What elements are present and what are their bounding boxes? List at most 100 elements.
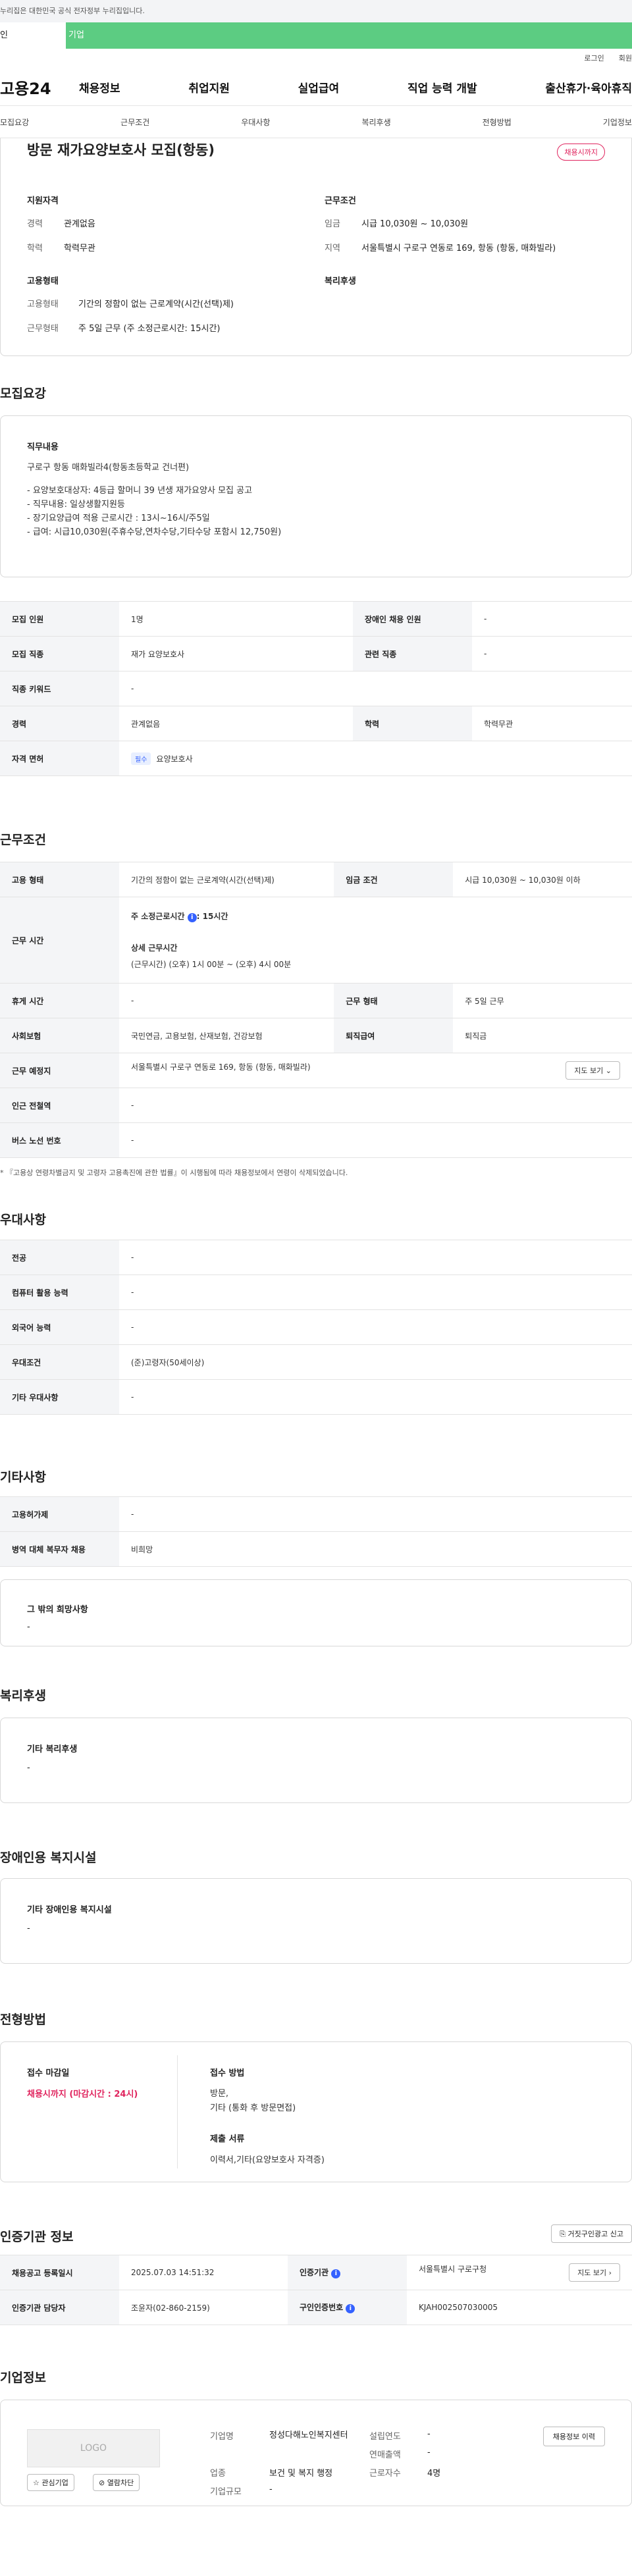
table-row: 고용 형태 기간의 정함이 없는 근로계약(시간(선택)제) 임금 조건 시급 10,… — [0, 862, 632, 897]
emp-value: 주 5일 근무 (주 소정근로시간: 15시간) — [78, 324, 221, 334]
disability-title: 기타 장애인용 복지시설 — [27, 1905, 112, 1915]
duty-line: - 요양보호대상자: 4등급 할머니 39 년생 재가요양사 모집 공고 — [27, 486, 253, 496]
info-icon[interactable]: i — [331, 2269, 341, 2278]
table-header-cell: 학력 — [352, 706, 472, 741]
table-row: 전공 - — [0, 1240, 632, 1275]
table-header-cell: 인증기관 i — [287, 2255, 407, 2290]
required-pill: 필수 — [131, 752, 151, 765]
welfare-card: 기타 복리후생 - — [0, 1718, 632, 1803]
table-header-cell: 근무 형태 — [334, 983, 454, 1018]
pref-table: 전공 - 컴퓨터 활용 능력 - 외국어 능력 - 우대조건 (준)고령자(50세이상)… — [0, 1240, 632, 1415]
method-line: 기타 (통화 후 방문면접) — [210, 2103, 296, 2113]
join-link[interactable]: 회원 — [619, 54, 632, 63]
table-row: 휴게 시간 - 근무 형태 주 5일 근무 — [0, 983, 632, 1018]
table-cell: 필수 요양보호사 — [119, 741, 632, 776]
info-icon[interactable]: i — [346, 2304, 356, 2313]
table-header-cell: 병역 대체 복무자 채용 — [0, 1531, 119, 1567]
table-header-cell: 장애인 채용 인원 — [352, 601, 472, 637]
chevron-down-icon: ⌄ — [605, 1066, 612, 1075]
block-company-button[interactable]: ⊘ 열람차단 — [93, 2474, 140, 2491]
emp-label: 고용형태 — [27, 300, 59, 309]
work-location-value: 서울특별시 구로구 연동로 169, 항동 (항동, 매화빌라) — [131, 1063, 311, 1072]
agency-map-button[interactable]: 지도 보기 › — [569, 2263, 620, 2282]
nav-item-jobs[interactable]: 채용정보 — [79, 79, 120, 95]
cert-table: 채용공고 등록일시 2025.07.03 14:51:32 인증기관 i 서울특별시 … — [0, 2255, 632, 2325]
duty-title: 직무내용 — [27, 442, 59, 452]
table-row: 근무 시간 주 소정근로시간 i: 15시간 상세 근무시간 (근무시간) (오… — [0, 897, 632, 984]
table-cell: 시급 10,030원 ~ 10,030원 이하 — [453, 862, 632, 897]
welfare-summary-section: 복리후생 — [325, 274, 356, 297]
report-icon: ⎘ — [560, 2230, 566, 2238]
company-section-title: 기업정보 — [0, 2371, 46, 2385]
subtab-welfare[interactable]: 복리후생 — [361, 117, 390, 128]
table-header-cell: 고용허가제 — [0, 1496, 119, 1532]
table-header-cell: 구인인증번호 i — [287, 2290, 407, 2325]
company-card: LOGO ☆ 관심기업 ⊘ 열람차단 기업명 정성다해노인복지센터 업종 보건 … — [0, 2400, 632, 2506]
table-row: 컴퓨터 활용 능력 - — [0, 1275, 632, 1310]
welfare-title: 기타 복리후생 — [27, 1745, 78, 1754]
job-title: 방문 재가요양보호사 모집(항동) — [27, 142, 215, 158]
other-wishes-title: 그 밖의 희망사항 — [27, 1605, 88, 1615]
divider — [177, 2055, 178, 2169]
duty-card: 직무내용 구로구 항동 매화빌라4(항동초등학교 건너편) - 요양보호대상자:… — [0, 415, 632, 577]
detail-hours-value: (근무시간) (오후) 1시 00분 ~ (오후) 4시 00분 — [131, 960, 292, 969]
table-cell: 학력무관 — [471, 706, 632, 741]
table-header-cell: 기타 우대사항 — [0, 1379, 119, 1415]
duty-line: - 장기요양급여 적용 근로시간 : 13시~16시/주5일 — [27, 513, 210, 523]
tab-enterprise[interactable]: 기업 — [66, 22, 632, 49]
table-cell: KJAH002507030005 — [406, 2290, 632, 2325]
map-button[interactable]: 지도 보기 ⌄ — [566, 1061, 620, 1080]
table-cell: - — [471, 636, 632, 671]
condition-title: 근무조건 — [325, 196, 356, 206]
table-header-cell: 전공 — [0, 1240, 119, 1275]
year-value: - — [427, 2429, 431, 2439]
tab-personal[interactable]: 인 — [0, 22, 66, 49]
table-header-cell: 관련 직종 — [352, 636, 472, 671]
table-cell: 국민연금, 고용보험, 산재보험, 건강보험 — [119, 1018, 334, 1053]
employment-title: 고용형태 — [27, 276, 59, 286]
table-cell: - — [119, 1379, 632, 1415]
qualification-title: 지원자격 — [27, 196, 59, 206]
subtab-recruit[interactable]: 모집요강 — [0, 117, 29, 128]
nav-item-leave[interactable]: 출산휴가·육아휴직 — [545, 79, 632, 95]
subtab-company[interactable]: 기업정보 — [603, 117, 632, 128]
nav-item-support[interactable]: 취업지원 — [188, 79, 230, 95]
report-button[interactable]: ⎘ 거짓구인광고 신고 — [551, 2224, 632, 2243]
history-button[interactable]: 채용정보 이력 — [542, 2427, 605, 2446]
table-row: 우대조건 (준)고령자(50세이상) — [0, 1344, 632, 1380]
employees-value: 4명 — [427, 2469, 441, 2479]
docs-value: 이력서,기타(요양보호사 자격증) — [210, 2155, 325, 2165]
login-link[interactable]: 로그인 — [584, 54, 604, 63]
table-header-cell: 외국어 능력 — [0, 1309, 119, 1345]
table-cell: 조윤자(02-860-2159) — [119, 2290, 288, 2325]
table-cell: 재가 요양보호사 — [119, 636, 353, 671]
fav-company-button[interactable]: ☆ 관심기업 — [27, 2474, 74, 2491]
table-row: 외국어 능력 - — [0, 1309, 632, 1345]
table-cell: - — [119, 983, 334, 1018]
condition-section: 근무조건 임금 시급 10,030원 ~ 10,030원 지역 서울특별시 구로구 … — [325, 194, 556, 265]
subtab-screening[interactable]: 전형방법 — [483, 117, 512, 128]
info-icon[interactable]: i — [187, 913, 197, 922]
table-row: 사회보험 국민연금, 고용보험, 산재보험, 건강보험 퇴직급여 퇴직금 — [0, 1018, 632, 1053]
etc-section-title: 기타사항 — [0, 1470, 46, 1485]
chevron-right-icon: › — [608, 2269, 612, 2277]
welfare-value: - — [27, 1763, 30, 1773]
table-row: 근무 예정지 서울특별시 구로구 연동로 169, 항동 (항동, 매화빌라) 지도… — [0, 1053, 632, 1088]
site-logo[interactable]: 고용24 — [0, 76, 79, 99]
nav-item-benefit[interactable]: 실업급여 — [298, 79, 340, 95]
screening-card: 접수 마감일 채용시까지 (마감시간 : 24시) 접수 방법 방문, 기타 (… — [0, 2041, 632, 2182]
work-table: 고용 형태 기간의 정함이 없는 근로계약(시간(선택)제) 임금 조건 시급 10,… — [0, 862, 632, 1158]
subtab-work[interactable]: 근무조건 — [120, 117, 149, 128]
cond-label: 임금 — [325, 219, 340, 229]
table-row: 병역 대체 복무자 채용 비희망 — [0, 1531, 632, 1567]
nav-item-training[interactable]: 직업 능력 개발 — [408, 79, 477, 95]
table-header-cell: 경력 — [0, 706, 119, 741]
table-cell: - — [119, 1240, 632, 1275]
subtab-pref[interactable]: 우대사항 — [241, 117, 270, 128]
table-cell: 서울특별시 구로구 연동로 169, 항동 (항동, 매화빌라) 지도 보기 ⌄ — [119, 1053, 632, 1088]
industry-value: 보건 및 복지 행정 — [269, 2469, 333, 2479]
other-wishes-value: - — [27, 1622, 30, 1632]
table-cell: (준)고령자(50세이상) — [119, 1344, 632, 1380]
disability-card: 기타 장애인용 복지시설 - — [0, 1878, 632, 1964]
size-value: - — [269, 2484, 273, 2494]
